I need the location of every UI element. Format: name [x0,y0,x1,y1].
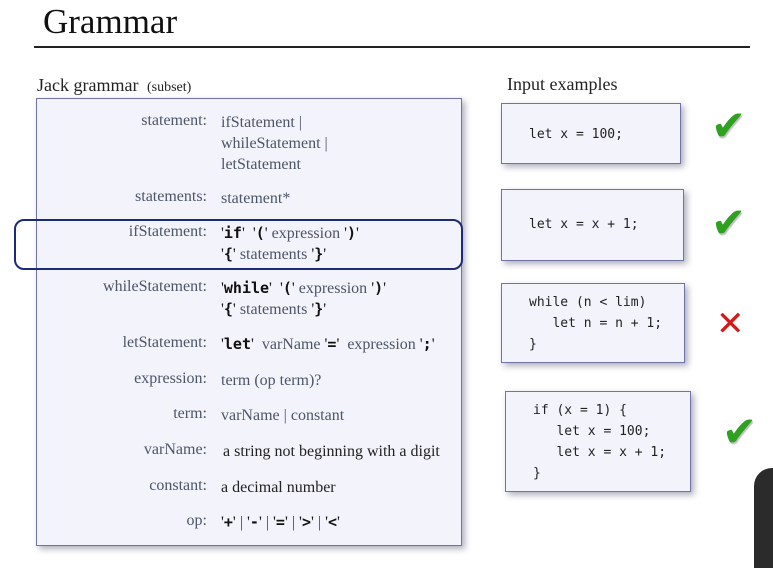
presenter-silhouette [754,468,773,568]
example-code: let x = x + 1; [529,217,639,232]
rule-body-term: varName | constant [221,407,345,424]
rule-body-let: 'let' varName '=' expression ';' [221,335,435,353]
rule-label-constant: constant: [149,477,207,494]
rule-label-term: term: [173,405,207,422]
rule-line: letStatement [221,156,301,173]
op-equals: = [275,513,285,531]
grammar-heading-text: Jack grammar [37,75,139,95]
symbol-close-brace: } [314,300,324,318]
cross-icon: ✕ [716,304,745,344]
rule-body-expression: term (op term)? [221,372,322,389]
op-plus: + [223,513,233,531]
page-title: Grammar [43,2,178,41]
keyword-while: while [223,279,270,297]
rule-label-statement: statement: [141,112,207,129]
title-divider [34,46,750,48]
example-box-3: while (n < lim) let n = n + 1; } [501,283,685,363]
rule-label-expression: expression: [134,370,207,387]
examples-heading: Input examples [507,74,618,94]
op-less: < [327,513,337,531]
op-minus: - [249,513,259,531]
rule-label-statements: statements: [135,188,207,205]
rule-expression: expression [298,280,368,297]
rule-line: '{' statements '}' [221,300,327,318]
rule-body-statement: ifStatement | whileStatement | letStatem… [221,112,328,175]
rule-statements: statements [239,301,308,318]
grammar-heading-subset: (subset) [146,80,192,95]
grammar-heading: Jack grammar (subset) [37,75,191,96]
rule-body-constant: a decimal number [221,479,336,496]
check-icon: ✔ [711,198,747,247]
rule-label-while: whileStatement: [103,278,207,295]
check-icon: ✔ [711,101,747,150]
rule-line: ifStatement | [221,114,302,131]
grammar-panel: statement: ifStatement | whileStatement … [36,98,462,546]
example-box-4: if (x = 1) { let x = 100; let x = x + 1;… [505,391,691,492]
if-statement-highlight [14,219,463,270]
rule-body-while: 'while' '(' expression ')' '{' statement… [221,278,386,320]
rule-label-op: op: [186,512,207,529]
rule-body-op: '+' | '-' | '=' | '>' | '<' [221,513,340,531]
example-code: if (x = 1) { let x = 100; let x = x + 1;… [533,403,667,481]
rule-line: 'while' '(' expression ')' [221,279,386,297]
symbol-open-brace: { [223,300,233,318]
rule-label-let: letStatement: [122,334,207,351]
rule-varname: varName [261,336,321,353]
example-box-2: let x = x + 1; [501,189,684,261]
rule-line: whileStatement | [221,135,328,152]
rule-body-varname: a string not beginning with a digit [223,443,440,460]
keyword-let: let [223,335,251,353]
example-box-1: let x = 100; [501,103,681,164]
rule-label-varname: varName: [143,441,207,458]
rule-expression: expression [347,336,416,353]
example-code: while (n < lim) let n = n + 1; } [529,295,663,352]
symbol-open-paren: ( [282,279,292,297]
op-greater: > [301,513,311,531]
check-icon: ✔ [722,407,758,456]
rule-body-statements: statement* [221,190,291,207]
symbol-close-paren: ) [374,279,384,297]
example-code: let x = 100; [529,127,623,142]
symbol-semicolon: ; [422,335,432,353]
